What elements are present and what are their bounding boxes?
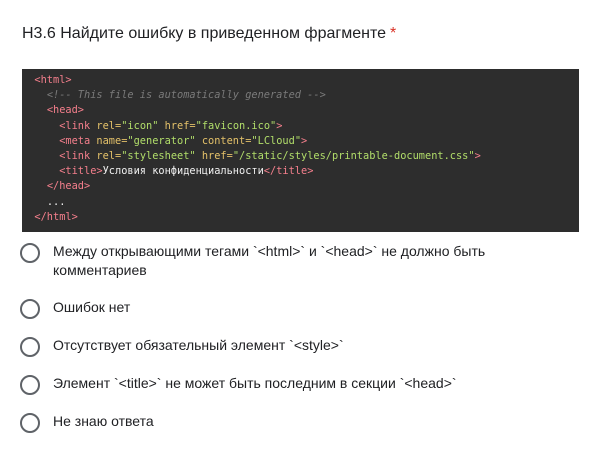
- code-token: "/static/styles/printable-document.css": [232, 149, 475, 162]
- code-line: <link rel="icon" href="favicon.ico">: [22, 119, 579, 134]
- code-line: </html>: [22, 210, 579, 225]
- code-token: "stylesheet": [121, 149, 202, 162]
- radio-button[interactable]: [20, 337, 40, 357]
- option-title-last[interactable]: Элемент `<title>` не может быть последни…: [20, 374, 553, 395]
- code-line: <link rel="stylesheet" href="/static/sty…: [22, 149, 579, 164]
- code-token: "icon": [121, 119, 165, 132]
- code-token: content=: [201, 134, 252, 147]
- option-label: Ошибок нет: [53, 299, 131, 315]
- code-token: "generator": [127, 134, 202, 147]
- code-line: <head>: [22, 103, 579, 118]
- code-token: <head>: [46, 104, 85, 117]
- option-no-errors[interactable]: Ошибок нет: [20, 298, 553, 319]
- code-token: link: [65, 119, 97, 132]
- option-label: Отсутствует обязательный элемент `<style…: [53, 337, 344, 353]
- radio-button[interactable]: [20, 413, 40, 433]
- code-token: Условия конфиденциальности: [102, 165, 264, 178]
- code-snippet: <html> <!-- This file is automatically g…: [22, 69, 579, 232]
- question-text: Н3.6 Найдите ошибку в приведенном фрагме…: [22, 25, 386, 42]
- code-token: "favicon.ico": [195, 119, 277, 132]
- code-token: </html>: [34, 210, 78, 223]
- code-token: rel=: [96, 149, 122, 162]
- required-asterisk: *: [390, 25, 397, 42]
- code-line: </head>: [22, 179, 579, 194]
- code-token: link: [65, 149, 97, 162]
- code-line: <!-- This file is automatically generate…: [22, 88, 579, 103]
- code-token: ...: [46, 195, 66, 208]
- code-token: meta: [65, 134, 97, 147]
- code-line: <title>Условия конфиденциальности</title…: [22, 164, 579, 179]
- option-label: Между открывающими тегами `<html>` и `<h…: [53, 243, 486, 278]
- option-missing-style[interactable]: Отсутствует обязательный элемент `<style…: [20, 336, 553, 357]
- code-line: ...: [22, 195, 579, 210]
- code-token: <title>: [59, 165, 103, 178]
- code-token: <!-- This file is automatically generate…: [46, 89, 326, 102]
- option-dont-know[interactable]: Не знаю ответа: [20, 412, 553, 433]
- code-token: name=: [96, 134, 128, 147]
- radio-button[interactable]: [20, 243, 40, 263]
- code-line: <html>: [22, 73, 579, 88]
- code-token: href=: [201, 149, 233, 162]
- code-token: >: [276, 119, 283, 132]
- code-token: rel=: [96, 119, 122, 132]
- code-token: <html>: [34, 74, 72, 86]
- radio-button[interactable]: [20, 375, 40, 395]
- option-no-comments[interactable]: Между открывающими тегами `<html>` и `<h…: [20, 242, 553, 280]
- code-token: >: [474, 149, 481, 162]
- option-label: Не знаю ответа: [53, 413, 154, 429]
- code-token: </head>: [46, 180, 91, 193]
- question-title: Н3.6 Найдите ошибку в приведенном фрагме…: [22, 23, 396, 45]
- code-token: "LCloud": [251, 134, 302, 147]
- option-label: Элемент `<title>` не может быть последни…: [53, 375, 457, 391]
- code-token: href=: [164, 119, 196, 132]
- code-line: <meta name="generator" content="LCloud">: [22, 134, 579, 149]
- radio-button[interactable]: [20, 299, 40, 319]
- code-token: >: [301, 134, 308, 147]
- code-token: </title>: [263, 165, 314, 178]
